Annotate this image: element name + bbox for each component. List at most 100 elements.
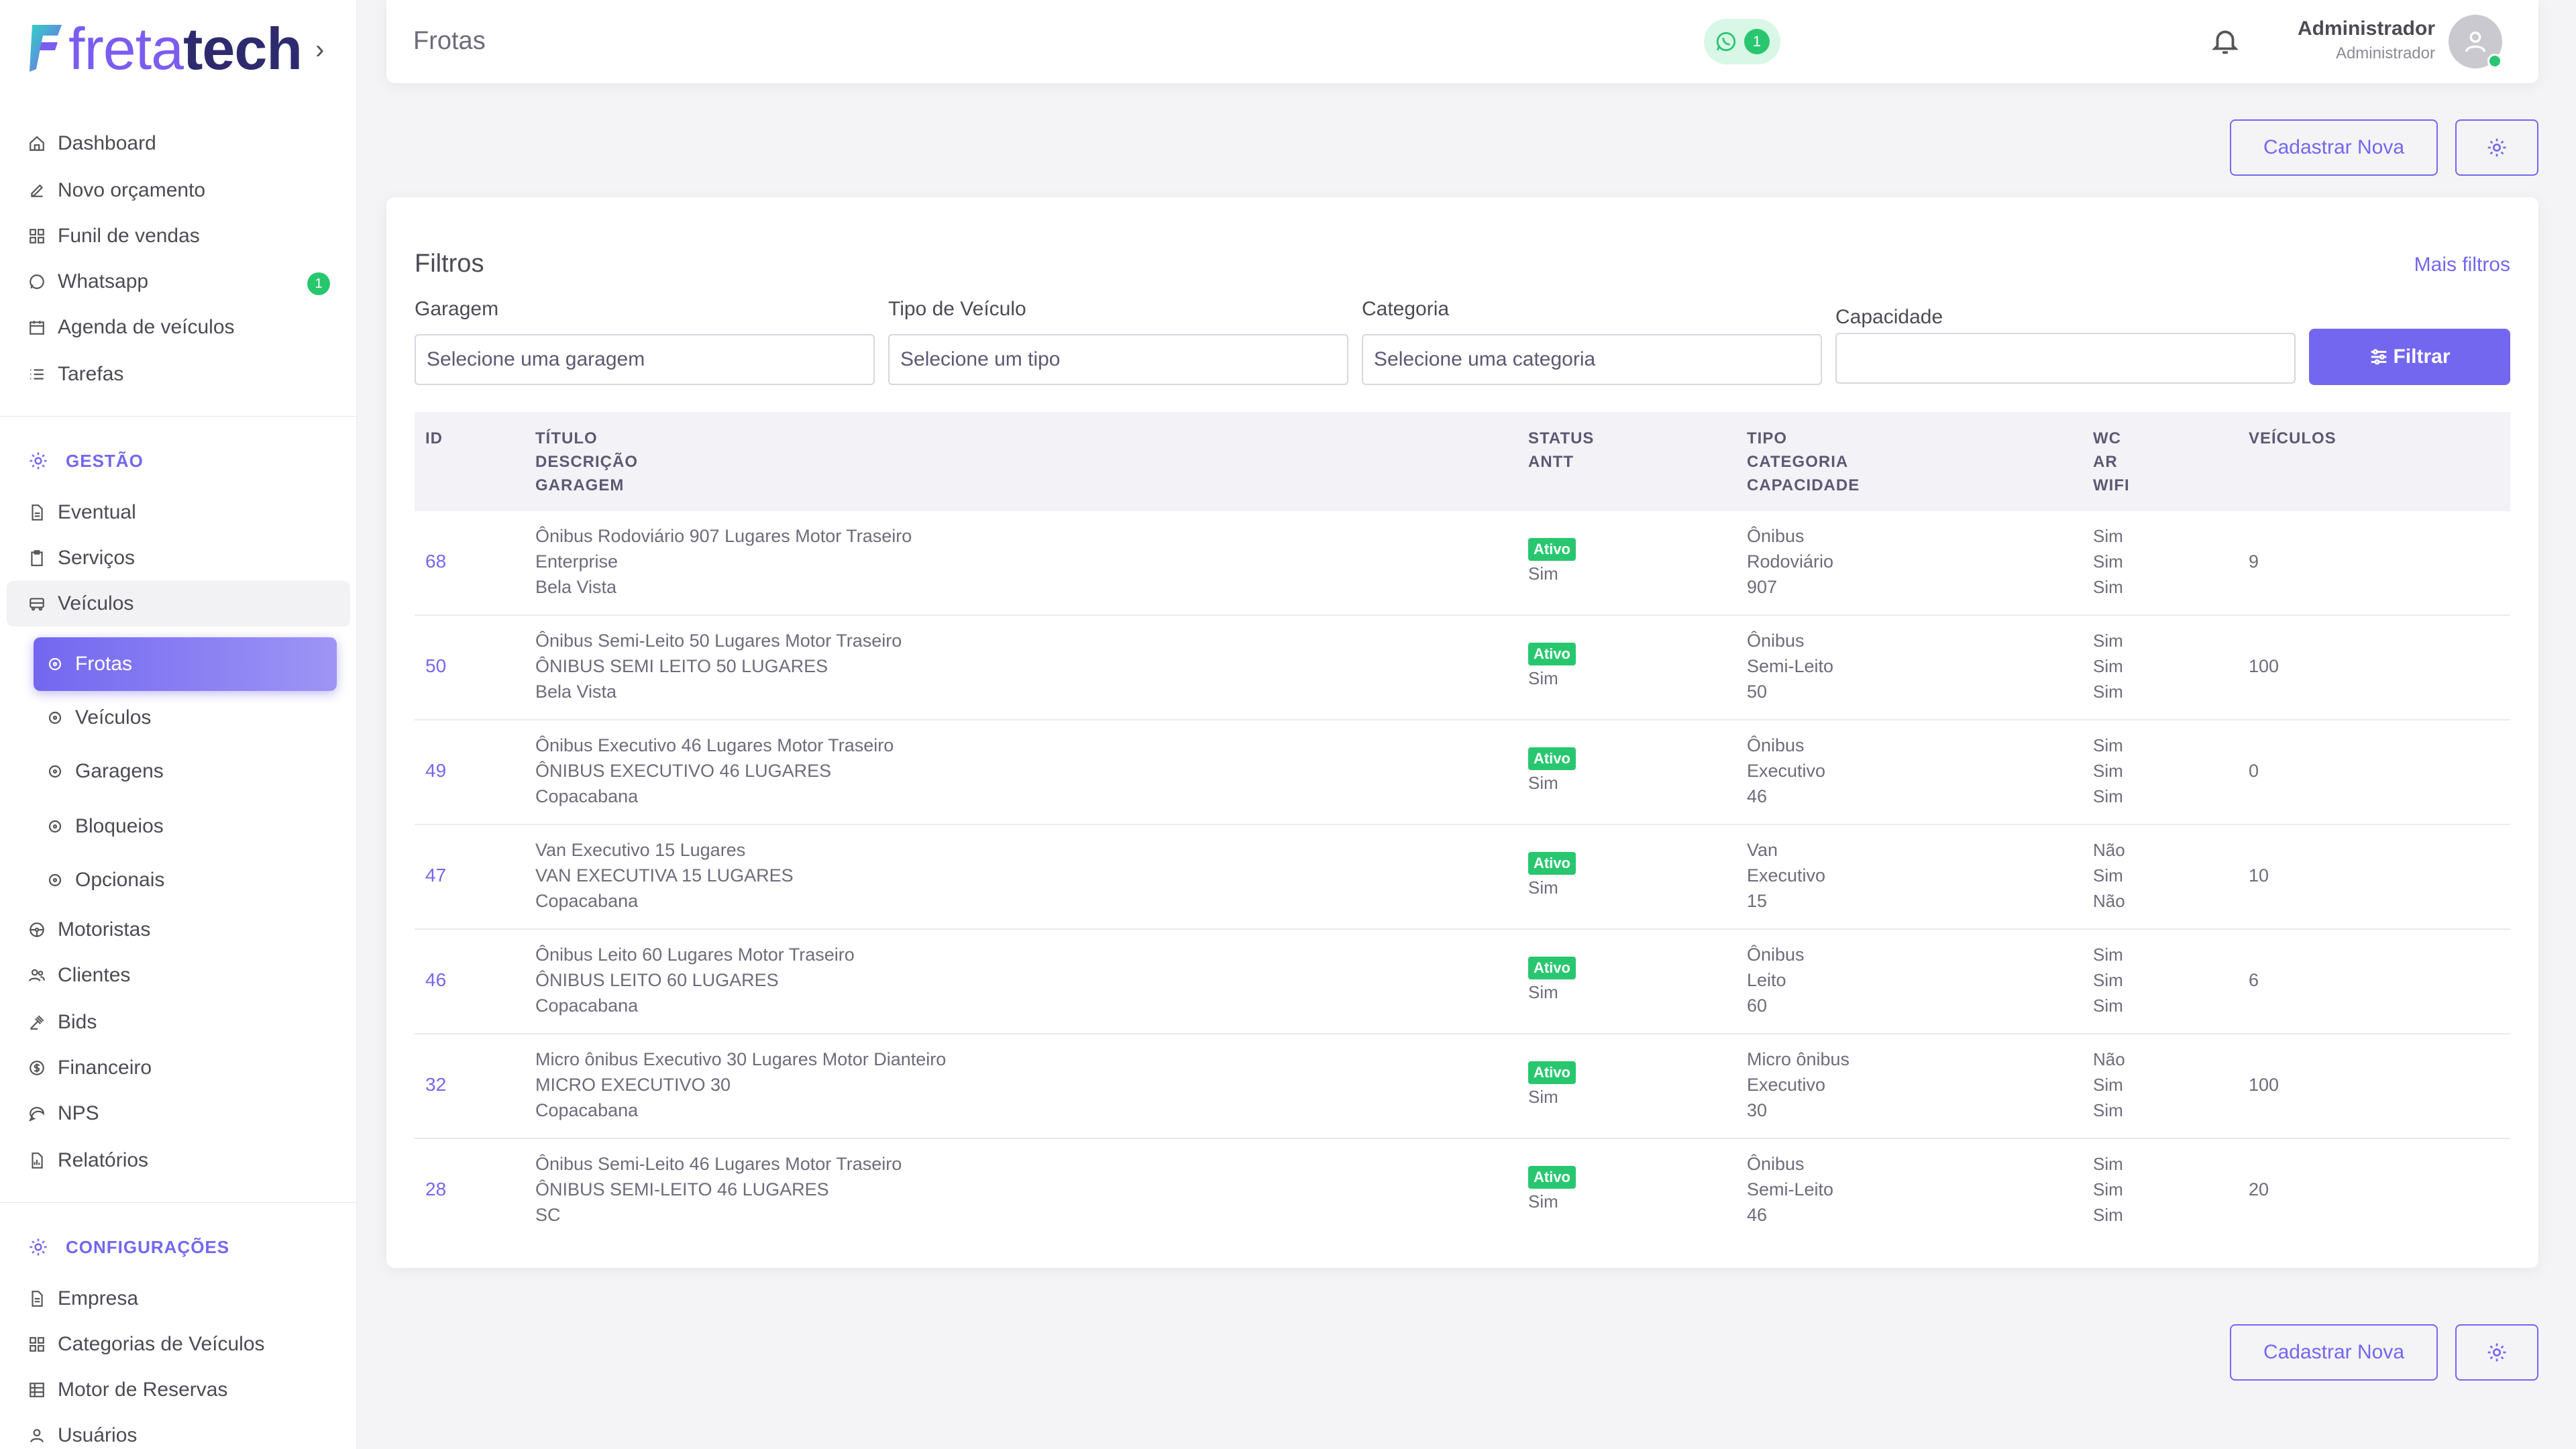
circle-icon <box>47 710 63 726</box>
dollar-icon <box>28 1059 46 1077</box>
app-logo[interactable]: fretatech <box>28 19 303 79</box>
cadastrar-nova-button-bottom[interactable]: Cadastrar Nova <box>2230 1324 2438 1381</box>
whatsapp-icon <box>28 273 46 290</box>
row-antt: Sim <box>1528 1087 1558 1107</box>
row-capacidade: 15 <box>1747 891 1768 911</box>
row-id-link[interactable]: 32 <box>425 1072 446 1097</box>
gear-icon <box>2487 1343 2506 1362</box>
sidebar-subitem-veiculos[interactable]: Veículos <box>34 691 337 745</box>
sidebar: fretatech › Dashboard Novo orçamento Fun… <box>0 0 357 1449</box>
capacidade-label: Capacidade <box>1835 306 1943 328</box>
table-row[interactable]: 49 Ônibus Executivo 46 Lugares Motor Tra… <box>415 720 2510 825</box>
row-id-link[interactable]: 68 <box>425 549 446 574</box>
row-wc: Não <box>2093 1049 2125 1069</box>
sidebar-item-eventual[interactable]: Eventual <box>7 490 350 535</box>
row-veiculos: 100 <box>2249 1075 2279 1095</box>
circle-icon <box>47 818 63 835</box>
status-badge: Ativo <box>1528 747 1576 770</box>
col-header-titulo[interactable]: TÍTULO DESCRIÇÃO GARAGEM <box>535 427 638 497</box>
row-antt: Sim <box>1528 982 1558 1002</box>
sidebar-item-label: Dashboard <box>58 132 156 154</box>
table-row[interactable]: 28 Ônibus Semi-Leito 46 Lugares Motor Tr… <box>415 1139 2510 1244</box>
tipo-veiculo-select[interactable]: Selecione um tipo <box>888 334 1348 385</box>
sidebar-item-relatorios[interactable]: Relatórios <box>7 1138 350 1183</box>
row-id-link[interactable]: 50 <box>425 653 446 679</box>
whatsapp-notification-button[interactable]: 1 <box>1704 19 1780 64</box>
categoria-select[interactable]: Selecione uma categoria <box>1362 334 1822 385</box>
table-row[interactable]: 68 Ônibus Rodoviário 907 Lugares Motor T… <box>415 511 2510 616</box>
sidebar-item-dashboard[interactable]: Dashboard <box>7 121 350 166</box>
sidebar-item-tarefas[interactable]: Tarefas <box>7 352 350 397</box>
sidebar-item-novo-orcamento[interactable]: Novo orçamento <box>7 168 350 213</box>
row-veiculos: 0 <box>2249 761 2259 781</box>
sidebar-subitem-frotas[interactable]: Frotas <box>34 637 337 691</box>
logo-mark-icon <box>30 25 62 72</box>
row-categoria: Leito <box>1747 970 1786 990</box>
table-row[interactable]: 47 Van Executivo 15 Lugares VAN EXECUTIV… <box>415 825 2510 930</box>
cadastrar-nova-button-top[interactable]: Cadastrar Nova <box>2230 119 2438 176</box>
bell-icon[interactable] <box>2210 25 2241 56</box>
sidebar-item-clientes[interactable]: Clientes <box>7 953 350 998</box>
table-row[interactable]: 46 Ônibus Leito 60 Lugares Motor Traseir… <box>415 930 2510 1034</box>
row-garagem: Copacabana <box>535 786 639 806</box>
sidebar-item-nps[interactable]: NPS <box>7 1091 350 1136</box>
row-ar: Sim <box>2093 656 2123 676</box>
sidebar-collapse-chevron-icon[interactable]: › <box>315 35 324 65</box>
sidebar-item-motor-de-reservas[interactable]: Motor de Reservas <box>7 1367 350 1413</box>
logo-text: fretatech <box>68 19 303 78</box>
sidebar-item-usuarios[interactable]: Usuários <box>7 1413 350 1449</box>
sidebar-item-categorias-de-veiculos[interactable]: Categorias de Veículos <box>7 1322 350 1367</box>
row-id-link[interactable]: 46 <box>425 967 446 993</box>
header-id-text: ID <box>425 429 443 447</box>
filtrar-button-label: Filtrar <box>2393 345 2451 368</box>
row-id-link[interactable]: 28 <box>425 1177 446 1202</box>
row-wifi: Sim <box>2093 996 2123 1016</box>
more-filters-link[interactable]: Mais filtros <box>2414 254 2510 276</box>
sidebar-subitem-opcionais[interactable]: Opcionais <box>34 853 337 907</box>
avatar[interactable] <box>2449 15 2502 68</box>
user-icon <box>2465 32 2485 52</box>
header-capacidade-text: CAPACIDADE <box>1747 476 1860 494</box>
row-garagem: Bela Vista <box>535 682 617 702</box>
filtrar-button[interactable]: Filtrar <box>2309 329 2510 385</box>
row-garagem: Copacabana <box>535 996 639 1016</box>
table-row[interactable]: 32 Micro ônibus Executivo 30 Lugares Mot… <box>415 1034 2510 1139</box>
sidebar-item-empresa[interactable]: Empresa <box>7 1276 350 1322</box>
sidebar-item-financeiro[interactable]: Financeiro <box>7 1045 350 1091</box>
sidebar-item-whatsapp[interactable]: Whatsapp 1 <box>7 259 350 305</box>
calendar-icon <box>28 319 46 336</box>
row-id-link[interactable]: 47 <box>425 863 446 888</box>
sidebar-subitem-bloqueios[interactable]: Bloqueios <box>34 800 337 853</box>
col-header-status[interactable]: STATUS ANTT <box>1528 427 1594 474</box>
row-id-link[interactable]: 49 <box>425 758 446 784</box>
row-descricao: ÔNIBUS EXECUTIVO 46 LUGARES <box>535 761 832 781</box>
settings-button-top[interactable] <box>2455 119 2538 176</box>
sidebar-item-servicos[interactable]: Serviços <box>7 535 350 581</box>
page-title: Frotas <box>413 27 486 55</box>
table-row[interactable]: 50 Ônibus Semi-Leito 50 Lugares Motor Tr… <box>415 616 2510 720</box>
row-garagem: SC <box>535 1205 561 1225</box>
circle-icon <box>47 656 63 672</box>
capacidade-input[interactable] <box>1835 333 2296 384</box>
sidebar-item-funil-de-vendas[interactable]: Funil de vendas <box>7 213 350 259</box>
table-header: ID TÍTULO DESCRIÇÃO GARAGEM STATUS ANTT … <box>415 412 2510 511</box>
row-veiculos: 100 <box>2249 656 2279 676</box>
user-name[interactable]: Administrador <box>2298 17 2435 40</box>
sidebar-item-agenda-de-veiculos[interactable]: Agenda de veículos <box>7 305 350 350</box>
col-header-id[interactable]: ID <box>425 427 443 450</box>
status-badge: Ativo <box>1528 643 1576 665</box>
sidebar-item-motoristas[interactable]: Motoristas <box>7 907 350 953</box>
circle-icon <box>47 763 63 780</box>
settings-button-bottom[interactable] <box>2455 1324 2538 1381</box>
row-descricao: MICRO EXECUTIVO 30 <box>535 1075 731 1095</box>
row-veiculos: 9 <box>2249 551 2259 572</box>
col-header-veiculos[interactable]: VEÍCULOS <box>2249 427 2337 450</box>
section-configuracoes: CONFIGURAÇÕES <box>28 1230 229 1264</box>
online-status-dot <box>2487 54 2502 68</box>
garagem-select[interactable]: Selecione uma garagem <box>415 334 875 385</box>
col-header-wc[interactable]: WC AR WIFI <box>2093 427 2130 497</box>
sidebar-item-veiculos[interactable]: Veículos <box>7 581 350 627</box>
sidebar-item-bids[interactable]: Bids <box>7 1000 350 1045</box>
sidebar-subitem-garagens[interactable]: Garagens <box>34 745 337 798</box>
col-header-tipo[interactable]: TIPO CATEGORIA CAPACIDADE <box>1747 427 1860 497</box>
